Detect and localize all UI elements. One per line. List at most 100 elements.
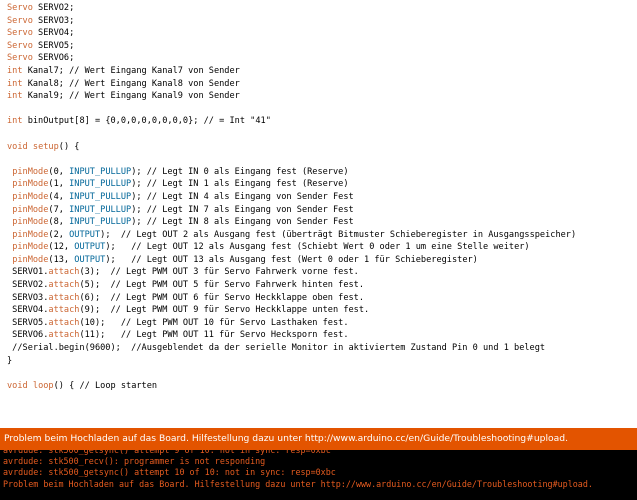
code-token: pinMode bbox=[12, 191, 49, 202]
code-token: pinMode bbox=[12, 179, 49, 190]
code-line[interactable]: SERVO2.attach(5); // Legt PWM OUT 5 für … bbox=[7, 279, 576, 292]
code-line[interactable]: SERVO4.attach(9); // Legt PWM OUT 9 für … bbox=[7, 304, 576, 317]
code-token: (3); // Legt PWM OUT 3 für Servo Fahrwer… bbox=[79, 267, 359, 278]
code-token: SERVO2; bbox=[32, 3, 75, 13]
code-token: INPUT_PULLUP bbox=[69, 217, 132, 228]
code-token: (9); // Legt PWM OUT 9 für Servo Heckkla… bbox=[79, 305, 370, 316]
code-token: ); // Legt OUT 13 als Ausgang fest (Wert… bbox=[105, 254, 478, 265]
code-token: (8, bbox=[48, 217, 70, 228]
code-line[interactable]: SERVO6.attach(11); // Legt PWM OUT 11 fü… bbox=[7, 329, 576, 342]
code-line[interactable]: int binOutput[8] = {0,0,0,0,0,0,0,0}; //… bbox=[7, 115, 576, 128]
code-token: Servo bbox=[7, 40, 33, 51]
console-line: avrdude: stk500_getsync() attempt 10 of … bbox=[3, 467, 336, 478]
code-line[interactable]: Servo SERVO2; bbox=[7, 2, 576, 15]
code-line[interactable]: int Kanal7; // Wert Eingang Kanal7 von S… bbox=[7, 65, 576, 78]
code-line[interactable]: pinMode(0, INPUT_PULLUP); // Legt IN 0 a… bbox=[7, 166, 576, 179]
code-token: ); // Legt IN 7 als Eingang von Sender F… bbox=[131, 204, 354, 215]
code-token: (10); // Legt PWM OUT 10 für Servo Lasth… bbox=[79, 317, 349, 328]
code-token: OUTPUT bbox=[74, 254, 106, 265]
code-line[interactable]: void setup() { bbox=[7, 141, 576, 154]
code-token: Servo bbox=[7, 53, 33, 64]
code-token: SERVO3; bbox=[32, 15, 75, 26]
code-token: INPUT_PULLUP bbox=[69, 204, 132, 215]
code-token: OUTPUT bbox=[69, 229, 101, 240]
code-line[interactable] bbox=[7, 103, 576, 116]
editor-scrollbar[interactable] bbox=[627, 0, 637, 428]
code-token: attach bbox=[48, 317, 80, 328]
code-line[interactable] bbox=[7, 367, 576, 380]
code-token: } bbox=[7, 355, 13, 366]
code-token: pinMode bbox=[12, 166, 49, 177]
code-token: () { // Loop starten bbox=[53, 380, 158, 391]
code-token: INPUT_PULLUP bbox=[69, 179, 132, 190]
code-token: ); // Legt OUT 2 als Ausgang fest (übert… bbox=[100, 229, 577, 240]
code-token: attach bbox=[48, 280, 80, 291]
code-line[interactable]: pinMode(7, INPUT_PULLUP); // Legt IN 7 a… bbox=[7, 204, 576, 217]
code-token: binOutput[8] = {0,0,0,0,0,0,0,0}; // = I… bbox=[22, 116, 271, 127]
code-line[interactable]: SERVO3.attach(6); // Legt PWM OUT 6 für … bbox=[7, 292, 576, 305]
code-line[interactable]: int Kanal8; // Wert Eingang Kanal8 von S… bbox=[7, 78, 576, 91]
code-token: () { bbox=[58, 141, 80, 152]
code-text[interactable]: Servo SERVO2; Servo SERVO3; Servo SERVO4; S… bbox=[7, 2, 576, 392]
code-token: SERVO4. bbox=[7, 305, 49, 316]
code-token: pinMode bbox=[12, 242, 49, 253]
code-token: Kanal7; // Wert Eingang Kanal7 von Sende… bbox=[22, 65, 240, 76]
code-line[interactable]: //Serial.begin(9600); //Ausgeblendet da … bbox=[7, 342, 576, 355]
code-line[interactable]: } bbox=[7, 355, 576, 368]
code-line[interactable]: Servo SERVO6; bbox=[7, 52, 576, 65]
code-token: SERVO1. bbox=[7, 267, 49, 278]
code-line[interactable]: Servo SERVO5; bbox=[7, 40, 576, 53]
console-line: Problem beim Hochladen auf das Board. Hi… bbox=[3, 478, 593, 489]
code-line[interactable]: Servo SERVO4; bbox=[7, 27, 576, 40]
code-line[interactable]: pinMode(12, OUTPUT); // Legt OUT 12 als … bbox=[7, 241, 576, 254]
code-token: ); // Legt IN 1 als Eingang fest (Reserv… bbox=[131, 179, 349, 190]
code-editor[interactable]: Servo SERVO2; Servo SERVO3; Servo SERVO4; S… bbox=[0, 0, 637, 428]
console-output[interactable]: avrdude: stk500_getsync() attempt 9 of 1… bbox=[0, 450, 637, 500]
code-token: SERVO3. bbox=[7, 292, 49, 303]
code-token: setup bbox=[32, 141, 59, 152]
code-token: Servo bbox=[7, 28, 33, 39]
console-text: avrdude: stk500_getsync() attempt 9 of 1… bbox=[3, 450, 593, 490]
code-line[interactable]: pinMode(8, INPUT_PULLUP); // Legt IN 8 a… bbox=[7, 216, 576, 229]
code-token: OUTPUT bbox=[74, 242, 106, 253]
code-token: ); // Legt IN 8 als Eingang von Sender F… bbox=[131, 217, 354, 228]
console-line: avrdude: stk500_recv(): programmer is no… bbox=[3, 456, 266, 467]
code-token: ); // Legt IN 0 als Eingang fest (Reserv… bbox=[131, 166, 349, 177]
code-token: pinMode bbox=[12, 217, 49, 228]
code-line[interactable]: pinMode(4, INPUT_PULLUP); // Legt IN 4 a… bbox=[7, 191, 576, 204]
code-line[interactable]: SERVO5.attach(10); // Legt PWM OUT 10 fü… bbox=[7, 317, 576, 330]
code-token: attach bbox=[48, 305, 80, 316]
code-line[interactable]: pinMode(2, OUTPUT); // Legt OUT 2 als Au… bbox=[7, 229, 576, 242]
code-line[interactable]: Servo SERVO3; bbox=[7, 15, 576, 28]
code-token: void bbox=[7, 380, 28, 391]
code-token: (12, bbox=[48, 242, 75, 253]
code-line[interactable] bbox=[7, 153, 576, 166]
code-token: (7, bbox=[48, 204, 70, 215]
code-token: SERVO4; bbox=[32, 28, 75, 39]
code-token: (2, bbox=[48, 229, 70, 240]
code-token: ); // Legt OUT 12 als Ausgang fest (Schi… bbox=[105, 242, 530, 253]
code-token: (13, bbox=[48, 254, 75, 265]
code-line[interactable]: SERVO1.attach(3); // Legt PWM OUT 3 für … bbox=[7, 266, 576, 279]
code-token: //Serial.begin(9600); //Ausgeblendet da … bbox=[7, 343, 546, 354]
code-token: Kanal9; // Wert Eingang Kanal9 von Sende… bbox=[22, 91, 240, 102]
code-token: pinMode bbox=[12, 204, 49, 215]
code-token: pinMode bbox=[12, 229, 49, 240]
code-token: loop bbox=[32, 380, 54, 391]
code-line[interactable]: pinMode(1, INPUT_PULLUP); // Legt IN 1 a… bbox=[7, 178, 576, 191]
code-token: (5); // Legt PWM OUT 5 für Servo Fahrwer… bbox=[79, 280, 365, 291]
code-line[interactable]: void loop() { // Loop starten bbox=[7, 380, 576, 393]
code-token: attach bbox=[48, 330, 80, 341]
code-token: (0, bbox=[48, 166, 70, 177]
code-token: SERVO6. bbox=[7, 330, 49, 341]
code-line[interactable]: pinMode(13, OUTPUT); // Legt OUT 13 als … bbox=[7, 254, 576, 267]
code-token: INPUT_PULLUP bbox=[69, 166, 132, 177]
code-token: SERVO2. bbox=[7, 280, 49, 291]
upload-error-status-bar: Problem beim Hochladen auf das Board. Hi… bbox=[0, 428, 637, 450]
code-token: void bbox=[7, 141, 28, 152]
code-line[interactable] bbox=[7, 128, 576, 141]
code-token: Servo bbox=[7, 15, 33, 26]
code-line[interactable]: int Kanal9; // Wert Eingang Kanal9 von S… bbox=[7, 90, 576, 103]
code-token: Servo bbox=[7, 3, 33, 13]
code-token: SERVO5. bbox=[7, 317, 49, 328]
